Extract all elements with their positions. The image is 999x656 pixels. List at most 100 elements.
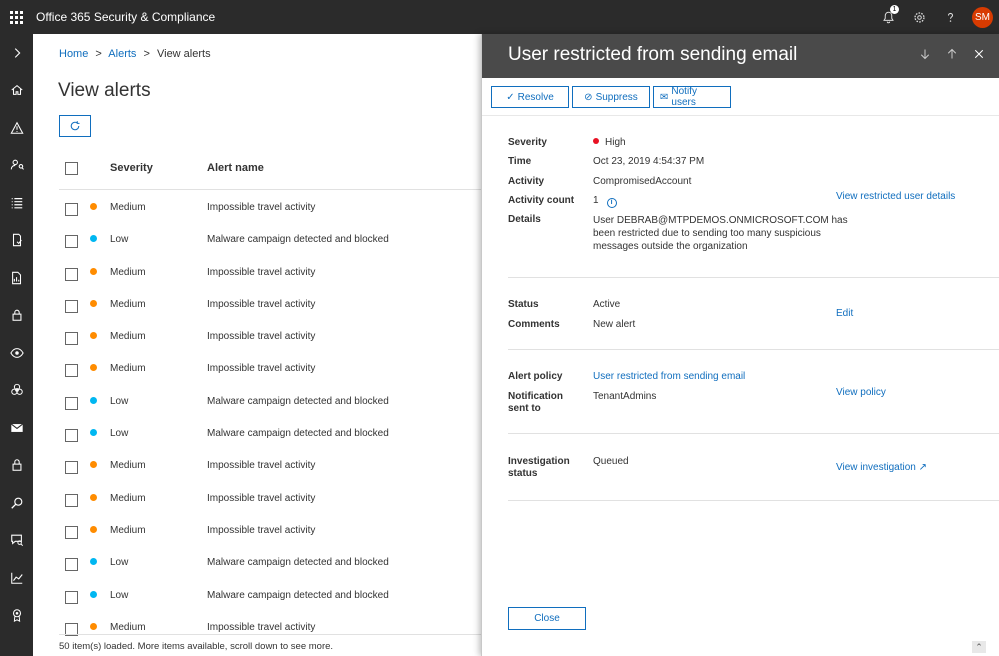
table-row[interactable]: Low Malware campaign detected and blocked: [59, 579, 481, 611]
page-title: View alerts: [58, 80, 151, 101]
mail-icon[interactable]: [0, 409, 33, 447]
suppress-button[interactable]: ⊘ Suppress: [572, 86, 650, 108]
left-nav: [0, 34, 33, 656]
row-alert-name[interactable]: Impossible travel activity: [207, 363, 315, 374]
chart-icon[interactable]: [0, 559, 33, 597]
breadcrumb-home-link[interactable]: Home: [59, 48, 88, 60]
table-row[interactable]: Medium Impossible travel activity: [59, 288, 481, 320]
row-checkbox[interactable]: [65, 332, 78, 346]
row-checkbox[interactable]: [65, 558, 78, 572]
panel-action-bar: ✓ Resolve ⊘ Suppress ✉ Notify users: [491, 86, 731, 108]
activity-count-number: 1: [593, 195, 599, 206]
alert-icon[interactable]: [0, 109, 33, 147]
row-checkbox[interactable]: [65, 267, 78, 281]
row-checkbox[interactable]: [65, 493, 78, 507]
table-row[interactable]: Medium Impossible travel activity: [59, 256, 481, 288]
mobile-policy-icon[interactable]: [0, 222, 33, 260]
row-checkbox[interactable]: [65, 429, 78, 443]
row-alert-name[interactable]: Impossible travel activity: [207, 460, 315, 471]
severity-dot-icon: [90, 622, 97, 630]
row-checkbox[interactable]: [65, 235, 78, 249]
table-row[interactable]: Medium Impossible travel activity: [59, 191, 481, 223]
select-all-checkbox[interactable]: [65, 162, 78, 175]
table-row[interactable]: Low Malware campaign detected and blocked: [59, 546, 481, 578]
row-alert-name[interactable]: Impossible travel activity: [207, 493, 315, 504]
table-row[interactable]: Medium Impossible travel activity: [59, 449, 481, 481]
table-row[interactable]: Low Malware campaign detected and blocked: [59, 417, 481, 449]
details-label: Details: [508, 214, 541, 225]
view-restricted-user-details-link[interactable]: View restricted user details: [836, 191, 955, 202]
report-doc-icon[interactable]: [0, 259, 33, 297]
activity-count-value: 1i: [593, 195, 617, 208]
row-alert-name[interactable]: Malware campaign detected and blocked: [207, 557, 389, 568]
row-alert-name[interactable]: Malware campaign detected and blocked: [207, 428, 389, 439]
table-row[interactable]: Medium Impossible travel activity: [59, 482, 481, 514]
badge-icon[interactable]: [0, 597, 33, 635]
app-title[interactable]: Office 365 Security & Compliance: [36, 10, 215, 24]
row-checkbox[interactable]: [65, 461, 78, 475]
row-checkbox[interactable]: [65, 590, 78, 604]
view-investigation-link[interactable]: View investigation ↗: [836, 462, 927, 473]
list-icon[interactable]: [0, 184, 33, 222]
resolve-button[interactable]: ✓ Resolve: [491, 86, 569, 108]
expand-nav-chevron-right-icon[interactable]: [0, 34, 33, 72]
biohazard-icon[interactable]: [0, 372, 33, 410]
next-alert-arrow-down-icon[interactable]: [911, 44, 938, 64]
view-policy-link[interactable]: View policy: [836, 387, 886, 398]
table-header: Severity Alert name: [59, 154, 481, 190]
row-checkbox[interactable]: [65, 299, 78, 313]
alert-policy-link[interactable]: User restricted from sending email: [593, 371, 745, 382]
details-line: User DEBRAB@MTPDEMOS.ONMICROSOFT.COM has: [593, 215, 848, 226]
home-icon[interactable]: [0, 72, 33, 110]
row-alert-name[interactable]: Impossible travel activity: [207, 299, 315, 310]
info-icon[interactable]: i: [606, 198, 617, 208]
user-avatar[interactable]: SM: [972, 6, 993, 28]
row-checkbox[interactable]: [65, 396, 78, 410]
edit-status-link[interactable]: Edit: [836, 308, 853, 319]
time-label: Time: [508, 156, 532, 167]
table-row[interactable]: Medium Impossible travel activity: [59, 352, 481, 384]
chat-search-icon[interactable]: [0, 522, 33, 560]
settings-gear-icon[interactable]: [904, 0, 935, 34]
row-checkbox[interactable]: [65, 203, 78, 216]
table-row[interactable]: Low Malware campaign detected and blocked: [59, 223, 481, 255]
section-divider: [508, 500, 999, 501]
resolve-label: Resolve: [517, 91, 554, 103]
row-alert-name[interactable]: Impossible travel activity: [207, 331, 315, 342]
previous-alert-arrow-up-icon[interactable]: [938, 44, 965, 64]
app-launcher-icon[interactable]: [0, 0, 32, 34]
envelope-icon: ✉: [660, 91, 669, 103]
row-alert-name[interactable]: Impossible travel activity: [207, 202, 315, 213]
row-checkbox[interactable]: [65, 364, 78, 378]
row-severity: Medium: [110, 621, 146, 633]
table-row[interactable]: Medium Impossible travel activity: [59, 320, 481, 352]
notification-label-line: sent to: [508, 403, 541, 414]
row-alert-name[interactable]: Malware campaign detected and blocked: [207, 590, 389, 601]
row-checkbox[interactable]: [65, 525, 78, 539]
table-row[interactable]: Medium Impossible travel activity: [59, 514, 481, 546]
notify-users-button[interactable]: ✉ Notify users: [653, 86, 731, 108]
notifications-bell-icon[interactable]: 1: [873, 0, 904, 34]
breadcrumb-alerts-link[interactable]: Alerts: [108, 48, 136, 60]
column-header-alert-name[interactable]: Alert name: [207, 162, 264, 174]
column-header-severity[interactable]: Severity: [110, 162, 153, 174]
lock-icon[interactable]: [0, 297, 33, 335]
table-row[interactable]: Low Malware campaign detected and blocked: [59, 385, 481, 417]
padlock-icon[interactable]: [0, 447, 33, 485]
eye-icon[interactable]: [0, 334, 33, 372]
search-icon[interactable]: [0, 484, 33, 522]
row-alert-name[interactable]: Impossible travel activity: [207, 267, 315, 278]
close-panel-x-icon[interactable]: [965, 44, 992, 64]
people-search-icon[interactable]: [0, 147, 33, 185]
notify-users-label: Notify users: [671, 86, 697, 108]
row-alert-name[interactable]: Malware campaign detected and blocked: [207, 234, 389, 245]
alert-detail-panel: User restricted from sending email ✓ Reso…: [481, 34, 999, 656]
refresh-button[interactable]: [59, 115, 91, 137]
breadcrumb-separator: >: [143, 48, 150, 60]
row-alert-name[interactable]: Impossible travel activity: [207, 525, 315, 536]
close-button[interactable]: Close: [508, 607, 586, 630]
row-alert-name[interactable]: Impossible travel activity: [207, 622, 315, 633]
row-alert-name[interactable]: Malware campaign detected and blocked: [207, 396, 389, 407]
help-question-icon[interactable]: [935, 0, 966, 34]
scroll-up-chevron-icon[interactable]: ⌃: [972, 641, 986, 653]
